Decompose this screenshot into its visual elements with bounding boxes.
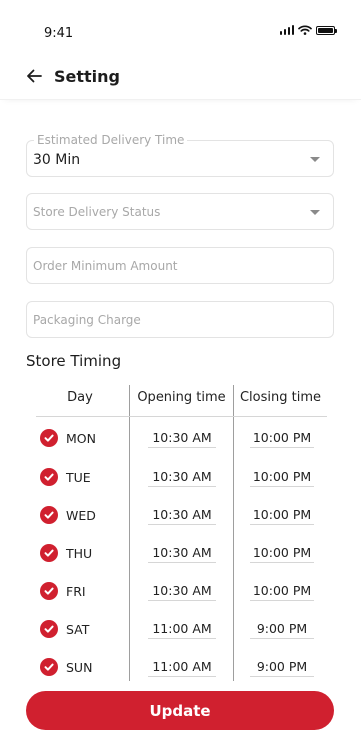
packaging-charge-input[interactable]: Packaging Charge	[26, 301, 334, 338]
order-minimum-amount-input[interactable]: Order Minimum Amount	[26, 247, 334, 284]
estimated-delivery-time-select[interactable]: Estimated Delivery Time 30 Min	[26, 133, 334, 177]
order-minimum-amount-placeholder: Order Minimum Amount	[33, 259, 178, 273]
timing-row-wed: WED 10:30 AM 10:00 PM	[36, 503, 327, 527]
day-name: WED	[66, 508, 96, 523]
opening-time-column-header: Opening time	[137, 390, 226, 405]
timing-row-fri: FRI 10:30 AM 10:00 PM	[36, 579, 327, 603]
closing-time-field[interactable]: 10:00 PM	[250, 583, 314, 601]
estimated-delivery-time-value: 30 Min	[33, 152, 81, 168]
opening-time-field[interactable]: 10:30 AM	[148, 430, 216, 448]
battery-icon	[316, 26, 337, 35]
header-divider	[36, 416, 327, 417]
checkmark-icon[interactable]	[40, 506, 58, 524]
checkmark-icon[interactable]	[40, 658, 58, 676]
day-name: SAT	[66, 622, 90, 637]
checkmark-icon[interactable]	[40, 429, 58, 447]
timing-row-tue: TUE 10:30 AM 10:00 PM	[36, 465, 327, 489]
checkmark-icon[interactable]	[40, 582, 58, 600]
opening-time-field[interactable]: 10:30 AM	[148, 545, 216, 563]
checkmark-icon[interactable]	[40, 468, 58, 486]
app-header: Setting	[0, 60, 361, 100]
day-name: TUE	[66, 470, 91, 485]
estimated-delivery-time-label: Estimated Delivery Time	[34, 133, 188, 147]
day-name: MON	[66, 431, 96, 446]
closing-time-field[interactable]: 9:00 PM	[250, 659, 314, 677]
packaging-charge-placeholder: Packaging Charge	[33, 313, 141, 327]
opening-time-field[interactable]: 11:00 AM	[148, 659, 216, 677]
opening-time-field[interactable]: 10:30 AM	[148, 507, 216, 525]
closing-time-field[interactable]: 10:00 PM	[250, 469, 314, 487]
opening-time-field[interactable]: 10:30 AM	[148, 469, 216, 487]
checkmark-icon[interactable]	[40, 544, 58, 562]
opening-time-field[interactable]: 11:00 AM	[148, 621, 216, 639]
status-bar: 9:41	[0, 0, 361, 52]
day-name: FRI	[66, 584, 86, 599]
timing-row-sat: SAT 11:00 AM 9:00 PM	[36, 617, 327, 641]
opening-time-field[interactable]: 10:30 AM	[148, 583, 216, 601]
timing-row-thu: THU 10:30 AM 10:00 PM	[36, 541, 327, 565]
closing-time-field[interactable]: 10:00 PM	[250, 545, 314, 563]
page-title: Setting	[54, 67, 120, 86]
chevron-down-icon	[310, 157, 320, 162]
update-button[interactable]: Update	[26, 691, 334, 730]
day-name: THU	[66, 546, 93, 561]
timing-row-sun: SUN 11:00 AM 9:00 PM	[36, 655, 327, 679]
day-name: SUN	[66, 660, 93, 675]
cellular-signal-icon	[279, 25, 294, 35]
closing-time-field[interactable]: 10:00 PM	[250, 430, 314, 448]
back-arrow-icon[interactable]	[24, 66, 44, 86]
chevron-down-icon	[310, 210, 320, 215]
wifi-icon	[298, 25, 312, 35]
store-timing-table: Day Opening time Closing time MON 10:30 …	[36, 383, 327, 681]
timing-row-mon: MON 10:30 AM 10:00 PM	[36, 426, 327, 450]
status-icons	[279, 25, 337, 35]
store-timing-title: Store Timing	[26, 352, 122, 370]
closing-time-column-header: Closing time	[239, 390, 322, 405]
checkmark-icon[interactable]	[40, 620, 58, 638]
day-column-header: Day	[67, 390, 93, 405]
store-delivery-status-select[interactable]: Store Delivery Status	[26, 193, 334, 230]
store-delivery-status-placeholder: Store Delivery Status	[33, 205, 161, 219]
status-time: 9:41	[44, 26, 74, 41]
closing-time-field[interactable]: 10:00 PM	[250, 507, 314, 525]
closing-time-field[interactable]: 9:00 PM	[250, 621, 314, 639]
